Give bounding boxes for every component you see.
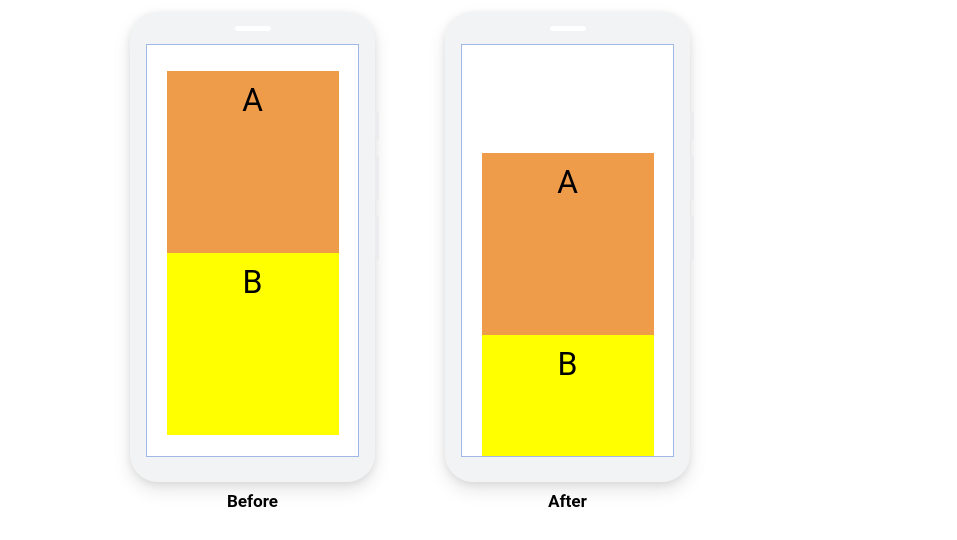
- block-a: A: [482, 153, 654, 335]
- phone-frame-after: A B: [445, 12, 690, 482]
- phone-col-before: A B Before: [130, 12, 375, 512]
- block-b: B: [482, 335, 654, 457]
- phone-screen-after: A B: [461, 44, 674, 457]
- phone-col-after: A B After: [445, 12, 690, 512]
- block-a: A: [167, 71, 339, 253]
- caption-after: After: [548, 492, 587, 512]
- caption-before: Before: [227, 492, 278, 512]
- phone-side-buttons: [375, 112, 379, 260]
- phone-frame-before: A B: [130, 12, 375, 482]
- block-b: B: [167, 253, 339, 435]
- phone-side-buttons: [690, 112, 694, 260]
- phones-row: A B Before A B After: [130, 12, 690, 512]
- phone-screen-before: A B: [146, 44, 359, 457]
